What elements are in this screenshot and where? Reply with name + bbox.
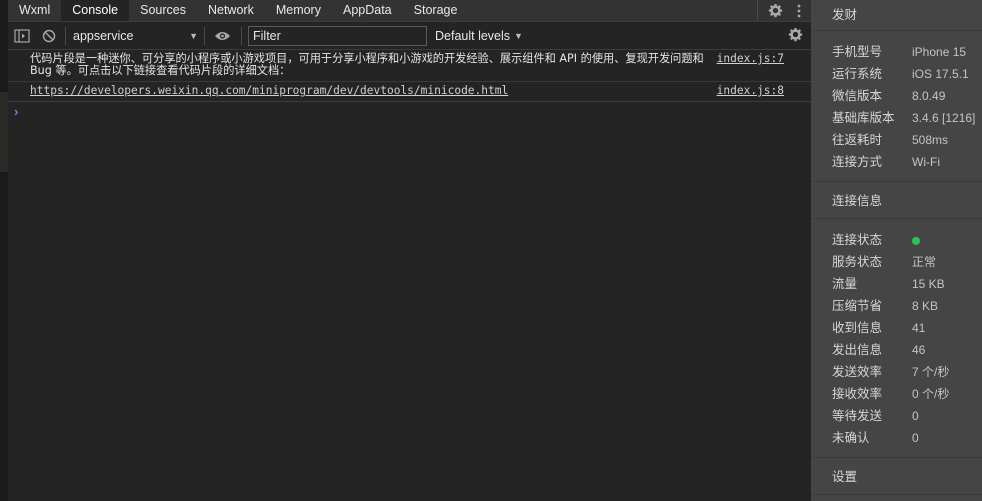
info-label: 等待发送 xyxy=(832,409,883,423)
sidebar-toggle-icon[interactable] xyxy=(14,28,30,43)
toolbar-divider xyxy=(204,26,205,45)
status-indicator-icon xyxy=(912,236,920,245)
clear-console-icon[interactable] xyxy=(42,29,56,43)
device-info-row: 连接方式 Wi-Fi xyxy=(811,151,982,173)
info-label: 连接状态 xyxy=(832,233,883,247)
sidebar-divider xyxy=(811,30,982,31)
tab-wxml[interactable]: Wxml xyxy=(8,0,61,21)
info-label: 运行系统 xyxy=(832,67,883,81)
info-value: 3.4.6 [1216] xyxy=(912,111,976,125)
context-select-value: appservice xyxy=(73,28,134,43)
info-label: 未确认 xyxy=(832,431,870,445)
dropdown-caret-icon: ▼ xyxy=(189,30,198,41)
tab-storage[interactable]: Storage xyxy=(403,0,469,21)
context-select[interactable]: appservice ▼ xyxy=(66,25,204,47)
tab-memory[interactable]: Memory xyxy=(265,0,332,21)
connection-info-title: 连接信息 xyxy=(832,194,883,208)
connection-info-row: 接收效率 0 个/秒 xyxy=(811,383,982,405)
info-label: 发出信息 xyxy=(832,343,883,357)
info-value: Wi-Fi xyxy=(912,155,940,169)
info-value: iPhone 15 xyxy=(912,45,967,59)
info-value: iOS 17.5.1 xyxy=(912,67,969,81)
connection-info-row: 流量 15 KB xyxy=(811,273,982,295)
console-message: 代码片段是一种迷你、可分享的小程序或小游戏项目，可用于分享小程序和小游戏的开发经… xyxy=(8,50,811,82)
device-info-row: 运行系统 iOS 17.5.1 xyxy=(811,63,982,85)
console-settings-gear-icon[interactable] xyxy=(788,27,803,42)
connection-info-row: 发出信息 46 xyxy=(811,339,982,361)
connection-info-row: 发送效率 7 个/秒 xyxy=(811,361,982,383)
info-label: 接收效率 xyxy=(832,387,883,401)
info-value: 41 xyxy=(912,321,926,335)
log-levels-select[interactable]: Default levels ▼ xyxy=(435,29,523,43)
info-value: 7 个/秒 xyxy=(912,365,950,379)
connection-info-row: 等待发送 0 xyxy=(811,405,982,427)
left-edge-highlight xyxy=(0,92,8,172)
filter-input[interactable] xyxy=(248,25,427,46)
left-edge-strip xyxy=(0,0,8,501)
device-info-row: 手机型号 iPhone 15 xyxy=(811,41,982,63)
sidebar-divider xyxy=(811,494,982,495)
tab-network[interactable]: Network xyxy=(197,0,265,21)
info-label: 连接方式 xyxy=(832,155,883,169)
console-prompt[interactable]: › xyxy=(8,102,811,119)
console-message: https://developers.weixin.qq.com/minipro… xyxy=(8,82,811,102)
info-value: 46 xyxy=(912,343,926,357)
more-vertical-icon[interactable] xyxy=(797,4,801,18)
info-label: 服务状态 xyxy=(832,255,883,269)
info-value: 0 个/秒 xyxy=(912,387,950,401)
info-value: 508ms xyxy=(912,133,949,147)
eye-icon[interactable] xyxy=(214,30,231,42)
connection-info-row: 压缩节省 8 KB xyxy=(811,295,982,317)
sidebar-title: 发财 xyxy=(832,8,858,22)
info-label: 流量 xyxy=(832,277,858,291)
tab-appdata[interactable]: AppData xyxy=(332,0,403,21)
log-levels-label: Default levels xyxy=(435,28,511,43)
settings-link[interactable]: 设置 xyxy=(811,458,982,494)
info-value: 正常 xyxy=(912,255,937,269)
info-value: 0 xyxy=(912,409,919,423)
console-source-link[interactable]: index.js:7 xyxy=(717,53,784,65)
device-info-row: 微信版本 8.0.49 xyxy=(811,85,982,107)
sidebar-divider xyxy=(811,218,982,219)
devtools-panel: Wxml Console Sources Network Memory AppD… xyxy=(8,0,811,501)
info-label: 收到信息 xyxy=(832,321,883,335)
toolbar-divider xyxy=(241,26,242,45)
info-label: 微信版本 xyxy=(832,89,883,103)
devtools-tabbar: Wxml Console Sources Network Memory AppD… xyxy=(8,0,811,22)
connection-status-row: 连接状态 xyxy=(811,229,982,251)
tabbar-divider xyxy=(757,0,758,21)
connection-info-row: 收到信息 41 xyxy=(811,317,982,339)
info-value: 15 KB xyxy=(912,277,945,291)
info-label: 手机型号 xyxy=(832,45,883,59)
info-value: 8.0.49 xyxy=(912,89,946,103)
info-value: 8 KB xyxy=(912,299,939,313)
device-info-row: 基础库版本 3.4.6 [1216] xyxy=(811,107,982,129)
dropdown-caret-icon: ▼ xyxy=(514,30,523,41)
info-label: 发送效率 xyxy=(832,365,883,379)
connection-info-row: 未确认 0 xyxy=(811,427,982,449)
info-label: 压缩节省 xyxy=(832,299,883,313)
info-value: 0 xyxy=(912,431,919,445)
gear-icon[interactable] xyxy=(768,3,783,18)
connection-info-row: 服务状态 正常 xyxy=(811,251,982,273)
status-value xyxy=(912,229,920,251)
console-output: 代码片段是一种迷你、可分享的小程序或小游戏项目，可用于分享小程序和小游戏的开发经… xyxy=(8,50,811,119)
tab-console[interactable]: Console xyxy=(61,0,130,21)
info-label: 基础库版本 xyxy=(832,111,895,125)
tab-sources[interactable]: Sources xyxy=(129,0,197,21)
console-url-link[interactable]: https://developers.weixin.qq.com/minipro… xyxy=(30,84,508,97)
remote-debug-sidebar: 发财 手机型号 iPhone 15 运行系统 iOS 17.5.1 微信版本 8.0.… xyxy=(811,0,982,501)
console-source-link[interactable]: index.js:8 xyxy=(717,85,784,97)
info-label: 往返耗时 xyxy=(832,133,883,147)
console-message-text: 代码片段是一种迷你、可分享的小程序或小游戏项目，可用于分享小程序和小游戏的开发经… xyxy=(30,52,704,77)
tabbar-actions xyxy=(757,0,811,21)
console-toolbar: appservice ▼ Default levels ▼ xyxy=(8,22,811,50)
device-info-row: 往返耗时 508ms xyxy=(811,129,982,151)
